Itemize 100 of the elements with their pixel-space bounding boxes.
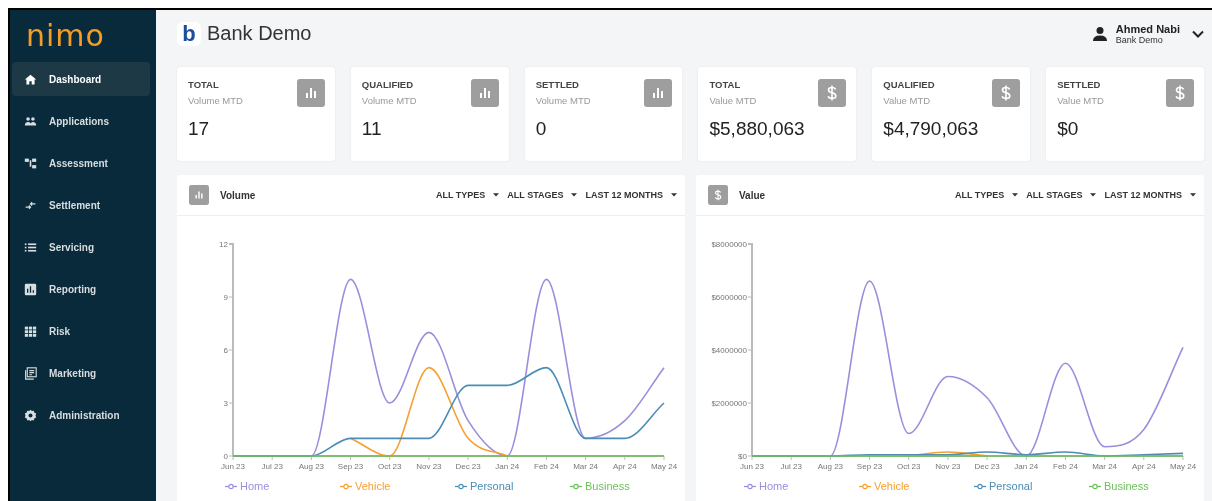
caret-icon bbox=[1012, 193, 1019, 197]
filter-dropdown[interactable]: ALL STAGES bbox=[1026, 190, 1097, 200]
sidebar-item[interactable]: Servicing bbox=[12, 230, 150, 264]
list-icon bbox=[24, 240, 37, 254]
y-tick-label: 0 bbox=[223, 452, 228, 461]
filter-dropdown[interactable]: LAST 12 MONTHS bbox=[1104, 190, 1196, 200]
stat-label: QUALIFIED bbox=[883, 79, 936, 90]
sidebar-item[interactable]: Applications bbox=[12, 104, 150, 138]
x-tick-label: Nov 23 bbox=[416, 462, 442, 471]
y-tick-label: 6 bbox=[223, 346, 228, 355]
bar-chart-icon bbox=[470, 79, 499, 107]
y-tick-label: 3 bbox=[223, 399, 228, 408]
bar-chart-icon bbox=[24, 282, 37, 296]
y-tick-label: 12 bbox=[219, 240, 228, 249]
bar-chart-icon bbox=[189, 185, 209, 205]
legend-label[interactable]: Personal bbox=[989, 480, 1033, 492]
caret-icon bbox=[671, 193, 677, 197]
hierarchy-icon bbox=[24, 156, 37, 170]
bank-logo: b bbox=[177, 21, 201, 46]
stat-value: $4,790,063 bbox=[883, 118, 979, 140]
caret-icon bbox=[1090, 193, 1097, 197]
x-tick-label: Aug 23 bbox=[298, 462, 325, 471]
document-icon bbox=[24, 366, 37, 380]
stat-sublabel: Volume MTD bbox=[535, 95, 591, 106]
dollar-icon bbox=[708, 185, 728, 205]
chevron-down-icon[interactable] bbox=[1192, 29, 1204, 38]
stat-sublabel: Value MTD bbox=[709, 95, 758, 106]
app-logo: nimo bbox=[25, 18, 106, 55]
filter-dropdown[interactable]: ALL TYPES bbox=[954, 190, 1019, 200]
legend-label[interactable]: Personal bbox=[470, 480, 514, 492]
sidebar-item[interactable]: Assessment bbox=[12, 146, 150, 180]
sidebar-item[interactable]: Risk bbox=[12, 314, 150, 348]
chart-title: Value bbox=[739, 189, 767, 201]
x-tick-label: Jul 23 bbox=[261, 462, 283, 471]
x-tick-label: Mar 24 bbox=[1092, 462, 1118, 471]
x-tick-label: Dec 23 bbox=[974, 462, 1000, 471]
bar-chart-icon bbox=[296, 79, 325, 107]
dollar-icon bbox=[992, 79, 1021, 107]
user-organization: Bank Demo bbox=[1115, 34, 1164, 45]
y-tick-label: $0 bbox=[738, 452, 747, 461]
x-tick-label: Sep 23 bbox=[856, 462, 883, 471]
x-tick-label: Jan 24 bbox=[495, 462, 520, 471]
y-tick-label: $4000000 bbox=[711, 346, 747, 355]
stat-value: $0 bbox=[1057, 118, 1080, 140]
filter-dropdown[interactable]: ALL STAGES bbox=[507, 190, 578, 200]
x-tick-label: Feb 24 bbox=[1053, 462, 1078, 471]
caret-icon bbox=[493, 193, 500, 197]
sidebar-item[interactable]: Administration bbox=[12, 398, 150, 432]
x-tick-label: Jul 23 bbox=[780, 462, 802, 471]
stat-value: 17 bbox=[188, 118, 211, 140]
y-tick-label: $8000000 bbox=[711, 240, 747, 249]
x-tick-label: Jan 24 bbox=[1014, 462, 1039, 471]
stat-value: 11 bbox=[361, 118, 383, 140]
stat-value: 0 bbox=[535, 118, 548, 140]
user-name: Ahmed Nabi bbox=[1115, 22, 1180, 35]
stat-sublabel: Value MTD bbox=[1057, 95, 1104, 106]
x-tick-label: Feb 24 bbox=[534, 462, 559, 471]
page-title: Bank Demo bbox=[207, 22, 312, 45]
grid-icon bbox=[24, 324, 37, 338]
filter-dropdown[interactable]: LAST 12 MONTHS bbox=[585, 190, 677, 200]
stat-value: $5,880,063 bbox=[709, 118, 805, 140]
user-icon bbox=[1091, 25, 1108, 42]
sidebar-item[interactable]: Settlement bbox=[12, 188, 150, 222]
x-tick-label: May 24 bbox=[650, 462, 678, 471]
x-tick-label: Nov 23 bbox=[935, 462, 961, 471]
caret-icon bbox=[1190, 193, 1196, 197]
x-tick-label: Dec 23 bbox=[455, 462, 481, 471]
dollar-icon bbox=[818, 79, 847, 107]
home-icon bbox=[24, 72, 37, 86]
bar-chart-icon bbox=[644, 79, 673, 107]
x-tick-label: May 24 bbox=[1169, 462, 1197, 471]
stat-label: QUALIFIED bbox=[361, 79, 415, 90]
x-tick-label: Oct 23 bbox=[896, 462, 921, 471]
filter-dropdown[interactable]: ALL TYPES bbox=[435, 190, 500, 200]
chart-title: Volume bbox=[220, 189, 257, 201]
caret-icon bbox=[571, 193, 578, 197]
gear-icon bbox=[24, 408, 37, 422]
stat-label: SETTLED bbox=[1057, 79, 1102, 90]
sidebar-item[interactable]: Reporting bbox=[12, 272, 150, 306]
stat-sublabel: Value MTD bbox=[883, 95, 932, 106]
stat-label: TOTAL bbox=[709, 79, 742, 90]
stat-sublabel: Volume MTD bbox=[188, 95, 243, 106]
x-tick-label: Sep 23 bbox=[337, 462, 364, 471]
x-tick-label: Aug 23 bbox=[817, 462, 844, 471]
stat-sublabel: Volume MTD bbox=[361, 95, 417, 106]
x-tick-label: Jun 23 bbox=[221, 462, 245, 471]
people-icon bbox=[24, 114, 37, 128]
y-tick-label: 9 bbox=[223, 293, 228, 302]
x-tick-label: Apr 24 bbox=[613, 462, 637, 471]
y-tick-label: $2000000 bbox=[711, 399, 747, 408]
stat-label: SETTLED bbox=[535, 79, 580, 90]
dollar-icon bbox=[1165, 79, 1194, 107]
x-tick-label: Jun 23 bbox=[740, 462, 764, 471]
sidebar-item[interactable]: Dashboard bbox=[12, 62, 150, 96]
y-tick-label: $6000000 bbox=[711, 293, 747, 302]
x-tick-label: Apr 24 bbox=[1132, 462, 1156, 471]
x-tick-label: Oct 23 bbox=[377, 462, 402, 471]
stat-label: TOTAL bbox=[188, 79, 220, 90]
sidebar-item[interactable]: Marketing bbox=[12, 356, 150, 390]
x-tick-label: Mar 24 bbox=[573, 462, 599, 471]
